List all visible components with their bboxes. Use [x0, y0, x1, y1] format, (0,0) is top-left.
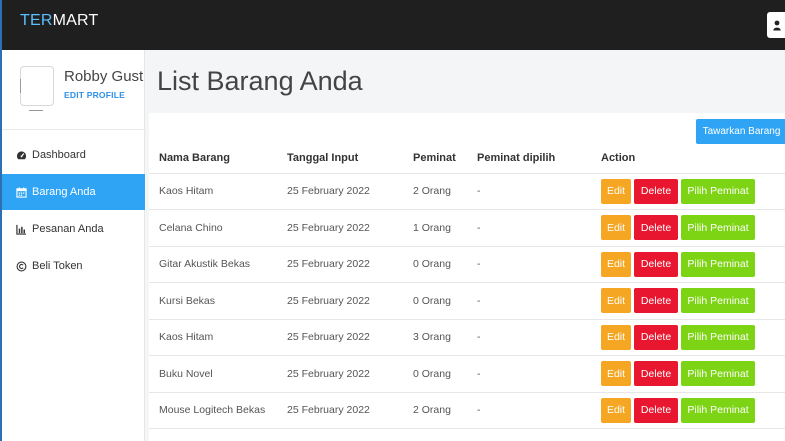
cell-dipilih: - — [467, 355, 591, 393]
column-header: Tanggal Input — [277, 143, 403, 174]
cell-actions: Edit Delete Pilih Peminat — [591, 319, 785, 356]
cell-date: 25 February 2022 — [277, 209, 403, 247]
sidebar-item-dashboard[interactable]: Dashboard — [2, 137, 145, 173]
cell-peminat: 0 Orang — [403, 282, 467, 320]
cell-name: Mouse Logitech Bekas — [149, 392, 277, 429]
sidebar-item-pesanan-anda[interactable]: Pesanan Anda — [2, 211, 145, 247]
sidebar-item-label: Pesanan Anda — [32, 223, 104, 235]
cell-peminat: 1 Orang — [403, 209, 467, 247]
app-frame: TERMART Robby Gust... EDIT PROFILE Dashb… — [0, 0, 785, 441]
delete-button[interactable]: Delete — [634, 288, 678, 314]
brand-suffix: MART — [52, 12, 99, 29]
avatar — [20, 66, 54, 111]
edit-button[interactable]: Edit — [601, 324, 631, 350]
cell-name: Kaos Hitam — [149, 319, 277, 356]
cell-date: 25 February 2022 — [277, 355, 403, 393]
user-menu-button[interactable] — [767, 12, 785, 38]
cell-name: Kursi Bekas — [149, 282, 277, 320]
top-navbar: TERMART — [2, 0, 785, 50]
table-row: Gitar Akustik Bekas 25 February 2022 0 O… — [149, 246, 785, 283]
cell-peminat: 0 Orang — [403, 246, 467, 283]
cell-dipilih: - — [467, 392, 591, 429]
calendar-icon — [14, 185, 28, 199]
sidebar-item-label: Beli Token — [32, 260, 83, 272]
cell-actions: Edit Delete Pilih Peminat — [591, 246, 785, 283]
edit-button[interactable]: Edit — [601, 361, 631, 387]
delete-button[interactable]: Delete — [634, 361, 678, 387]
cell-date: 25 February 2022 — [277, 319, 403, 356]
items-table: Nama Barang Tanggal Input Peminat Pemina… — [149, 143, 785, 429]
edit-button[interactable]: Edit — [601, 178, 631, 204]
cell-date: 25 February 2022 — [277, 282, 403, 320]
page-title: List Barang Anda — [157, 66, 363, 96]
sidebar-item-label: Barang Anda — [32, 186, 96, 198]
cell-name: Celana Chino — [149, 209, 277, 247]
sidebar-item-barang-anda[interactable]: Barang Anda — [2, 174, 145, 210]
copyright-icon — [14, 259, 28, 273]
cell-name: Gitar Akustik Bekas — [149, 246, 277, 283]
delete-button[interactable]: Delete — [634, 251, 678, 277]
edit-button[interactable]: Edit — [601, 251, 631, 277]
edit-button[interactable]: Edit — [601, 397, 631, 423]
cell-dipilih: - — [467, 209, 591, 247]
cell-peminat: 0 Orang — [403, 355, 467, 393]
user-icon — [773, 20, 781, 30]
edit-button[interactable]: Edit — [601, 215, 631, 241]
sidebar-item-beli-token[interactable]: Beli Token — [2, 248, 145, 284]
cell-actions: Edit Delete Pilih Peminat — [591, 209, 785, 247]
cell-dipilih: - — [467, 282, 591, 320]
cell-dipilih: - — [467, 246, 591, 283]
sidebar: Robby Gust... EDIT PROFILE Dashboard Bar… — [2, 50, 145, 441]
table-row: Celana Chino 25 February 2022 1 Orang - … — [149, 209, 785, 247]
cell-date: 25 February 2022 — [277, 173, 403, 210]
cell-actions: Edit Delete Pilih Peminat — [591, 355, 785, 393]
table-row: Kursi Bekas 25 February 2022 0 Orang - E… — [149, 282, 785, 320]
pilih-peminat-button[interactable]: Pilih Peminat — [681, 361, 755, 387]
table-row: Mouse Logitech Bekas 25 February 2022 2 … — [149, 392, 785, 429]
delete-button[interactable]: Delete — [634, 397, 678, 423]
edit-button[interactable]: Edit — [601, 288, 631, 314]
pilih-peminat-button[interactable]: Pilih Peminat — [681, 178, 755, 204]
pilih-peminat-button[interactable]: Pilih Peminat — [681, 251, 755, 277]
sidebar-nav: Dashboard Barang Anda Pesanan Anda Beli … — [2, 137, 145, 285]
column-header: Peminat dipilih — [467, 143, 591, 174]
cell-peminat: 2 Orang — [403, 392, 467, 429]
pilih-peminat-button[interactable]: Pilih Peminat — [681, 397, 755, 423]
profile-card: Robby Gust... EDIT PROFILE — [2, 50, 145, 130]
table-row: Kaos Hitam 25 February 2022 3 Orang - Ed… — [149, 319, 785, 356]
cell-dipilih: - — [467, 319, 591, 356]
pilih-peminat-button[interactable]: Pilih Peminat — [681, 288, 755, 314]
table-row: Kaos Hitam 25 February 2022 2 Orang - Ed… — [149, 173, 785, 210]
delete-button[interactable]: Delete — [634, 178, 678, 204]
tawarkan-barang-button[interactable]: Tawarkan Barang — [696, 119, 785, 144]
column-header: Peminat — [403, 143, 467, 174]
column-header: Nama Barang — [149, 143, 277, 174]
cell-actions: Edit Delete Pilih Peminat — [591, 282, 785, 320]
brand-prefix: TER — [20, 12, 53, 29]
delete-button[interactable]: Delete — [634, 324, 678, 350]
brand-logo[interactable]: TERMART — [20, 12, 98, 30]
edit-profile-link[interactable]: EDIT PROFILE — [64, 90, 125, 100]
profile-name: Robby Gust... — [64, 68, 144, 85]
delete-button[interactable]: Delete — [634, 215, 678, 241]
cell-actions: Edit Delete Pilih Peminat — [591, 392, 785, 429]
cell-peminat: 2 Orang — [403, 173, 467, 210]
column-header: Action — [591, 143, 785, 174]
tachometer-icon — [14, 148, 28, 162]
bar-chart-icon — [14, 222, 28, 236]
cell-date: 25 February 2022 — [277, 392, 403, 429]
table-header-row: Nama Barang Tanggal Input Peminat Pemina… — [149, 143, 785, 174]
cell-name: Buku Novel — [149, 355, 277, 393]
table-row: Buku Novel 25 February 2022 0 Orang - Ed… — [149, 355, 785, 393]
cell-dipilih: - — [467, 173, 591, 210]
cell-date: 25 February 2022 — [277, 246, 403, 283]
sidebar-item-label: Dashboard — [32, 149, 86, 161]
cell-actions: Edit Delete Pilih Peminat — [591, 173, 785, 210]
pilih-peminat-button[interactable]: Pilih Peminat — [681, 215, 755, 241]
cell-name: Kaos Hitam — [149, 173, 277, 210]
pilih-peminat-button[interactable]: Pilih Peminat — [681, 324, 755, 350]
cell-peminat: 3 Orang — [403, 319, 467, 356]
